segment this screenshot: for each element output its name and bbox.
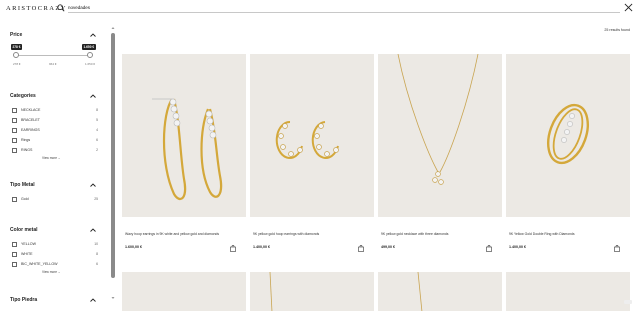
checkbox[interactable] (12, 118, 17, 123)
option-label: NECKLACE (21, 108, 41, 112)
tipo-piedra-filter-title[interactable]: Tipo Piedra (10, 297, 37, 303)
checkbox[interactable] (12, 242, 17, 247)
product-image[interactable] (250, 54, 374, 217)
product-name[interactable]: 9K yellow gold necklace with three diamo… (381, 232, 499, 236)
product-card[interactable]: Wavy hoop earrings in 9K white and yello… (122, 54, 246, 258)
product-image[interactable] (506, 54, 630, 217)
view-more-link[interactable]: View more ⌄ (42, 156, 61, 160)
category-option[interactable]: RINGS 2 (12, 148, 98, 154)
checkbox[interactable] (12, 128, 17, 133)
product-price: 1.400,00 € (253, 245, 270, 249)
scroll-up-arrow-icon[interactable] (111, 26, 115, 30)
product-name[interactable]: 9K Yellow Gold Double Ring with Diamonds (509, 232, 627, 236)
search-icon[interactable] (57, 4, 65, 12)
price-slider-max-handle[interactable] (87, 52, 93, 58)
header-bar: ARISTOCRAZY (0, 0, 640, 17)
close-icon[interactable] (624, 3, 633, 12)
option-count: 2 (96, 148, 98, 152)
shopping-bag-icon[interactable] (614, 245, 620, 252)
shopping-bag-icon[interactable] (230, 245, 236, 252)
chevron-down-icon: ⌄ (57, 156, 61, 160)
product-price: 1.400,00 € (509, 245, 526, 249)
checkbox[interactable] (12, 252, 17, 257)
price-min-badge: 278 € (11, 44, 22, 50)
chevron-up-icon[interactable] (90, 228, 96, 232)
checkbox[interactable] (12, 262, 17, 267)
checkbox[interactable] (12, 148, 17, 153)
option-count: 4 (96, 128, 98, 132)
product-image[interactable] (506, 272, 630, 311)
option-count: 8 (96, 108, 98, 112)
chevron-up-icon[interactable] (90, 94, 96, 98)
product-image[interactable] (122, 54, 246, 217)
checkbox[interactable] (12, 108, 17, 113)
option-label: EARRINGS (21, 128, 40, 132)
option-label: BIC_WHITE_YELLOW (21, 262, 58, 266)
chevron-up-icon[interactable] (90, 183, 96, 187)
option-label: Gold (21, 197, 29, 201)
color-option[interactable]: BIC_WHITE_YELLOW 6 (12, 262, 98, 268)
category-option[interactable]: Rings 6 (12, 138, 98, 144)
color-metal-filter-title[interactable]: Color metal (10, 227, 38, 233)
results-count: 25 results found (604, 28, 630, 32)
sidebar-scrollbar-thumb[interactable] (111, 33, 115, 278)
scroll-down-arrow-icon[interactable] (111, 296, 115, 300)
price-tick-label: 278 € (13, 62, 21, 66)
option-label: RINGS (21, 148, 33, 152)
product-card[interactable]: 9K yellow gold hoop earrings with diamon… (250, 54, 374, 258)
price-slider-track[interactable] (14, 55, 90, 56)
product-price: 1.600,00 € (125, 245, 142, 249)
option-label: WHITE (21, 252, 33, 256)
checkbox[interactable] (12, 138, 17, 143)
view-more-label: View more (42, 156, 57, 160)
color-option[interactable]: WHITE 8 (12, 252, 98, 258)
option-count: 6 (96, 262, 98, 266)
option-label: Rings (21, 138, 31, 142)
scroll-to-top-button[interactable] (624, 300, 632, 304)
shopping-bag-icon[interactable] (486, 245, 492, 252)
option-label: YELLOW (21, 242, 36, 246)
option-count: 10 (94, 242, 98, 246)
price-filter-title[interactable]: Price (10, 32, 22, 38)
product-image[interactable] (378, 272, 502, 311)
chevron-down-icon: ⌄ (57, 270, 61, 274)
category-option[interactable]: BRACELET 5 (12, 118, 98, 124)
product-image[interactable] (378, 54, 502, 217)
product-name[interactable]: 9K yellow gold hoop earrings with diamon… (253, 232, 371, 236)
option-label: BRACELET (21, 118, 40, 122)
view-more-label: View more (42, 270, 57, 274)
metal-option[interactable]: Gold 25 (12, 197, 98, 203)
option-count: 8 (96, 252, 98, 256)
filters-sidebar: Price 278 € 1.650 € 278 € 964 € 1.650 € … (0, 22, 113, 307)
price-tick-label: 1.650 € (85, 62, 96, 66)
product-card[interactable]: 9K yellow gold necklace with three diamo… (378, 54, 502, 258)
chevron-up-icon[interactable] (90, 33, 96, 37)
search-input[interactable] (68, 3, 620, 13)
view-more-link[interactable]: View more ⌄ (42, 270, 61, 274)
product-price: 499,00 € (381, 245, 395, 249)
price-max-badge: 1.650 € (82, 44, 96, 50)
price-tick-label: 964 € (49, 62, 57, 66)
price-slider-min-handle[interactable] (13, 52, 19, 58)
option-count: 25 (94, 197, 98, 201)
category-option[interactable]: EARRINGS 4 (12, 128, 98, 134)
product-name[interactable]: Wavy hoop earrings in 9K white and yello… (125, 232, 243, 236)
product-card[interactable]: 9K Yellow Gold Double Ring with Diamonds… (506, 54, 630, 258)
categories-filter-title[interactable]: Categories (10, 93, 36, 99)
option-count: 6 (96, 138, 98, 142)
option-count: 5 (96, 118, 98, 122)
tipo-metal-filter-title[interactable]: Tipo Metal (10, 182, 35, 188)
shopping-bag-icon[interactable] (358, 245, 364, 252)
category-option[interactable]: NECKLACE 8 (12, 108, 98, 114)
chevron-up-icon[interactable] (90, 298, 96, 302)
product-image[interactable] (250, 272, 374, 311)
product-image[interactable] (122, 272, 246, 311)
color-option[interactable]: YELLOW 10 (12, 242, 98, 248)
checkbox[interactable] (12, 197, 17, 202)
